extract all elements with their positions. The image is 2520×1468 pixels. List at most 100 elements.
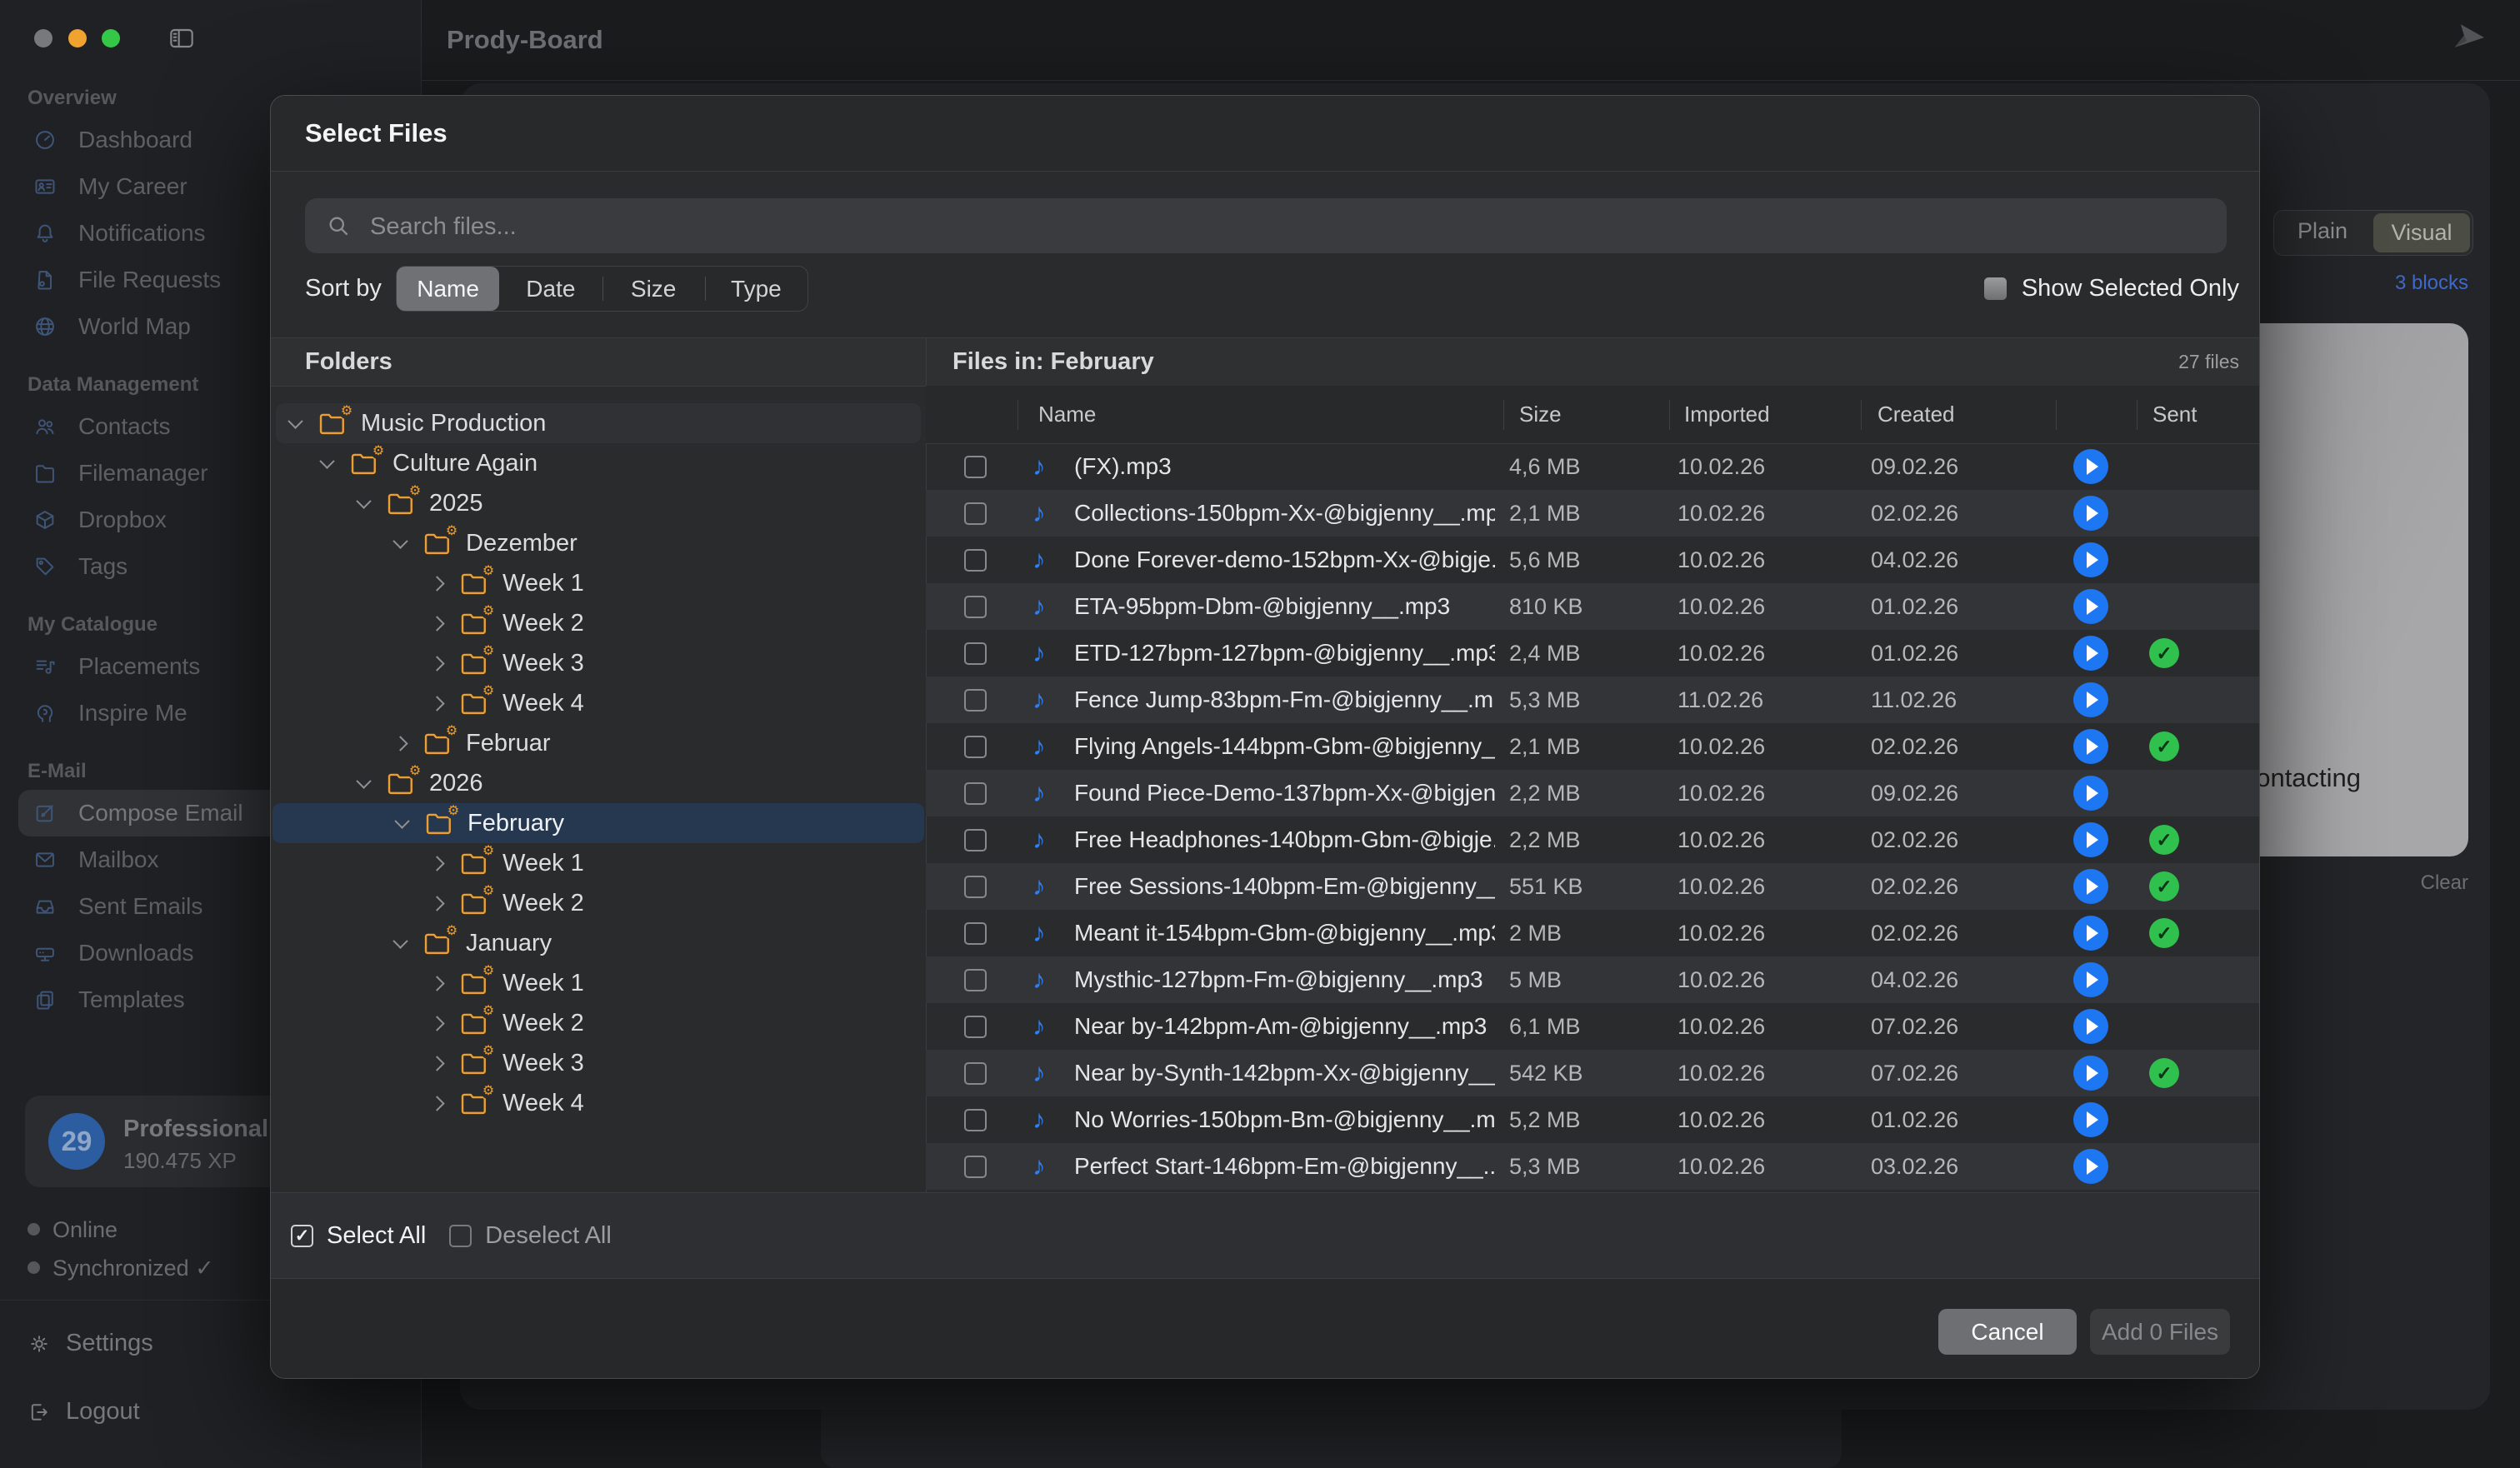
column-header-sent[interactable]: Sent (2152, 386, 2198, 443)
blocks-count-link[interactable]: 3 blocks (2395, 272, 2468, 295)
play-button[interactable] (2073, 776, 2108, 811)
chevron-right-icon[interactable] (428, 978, 446, 989)
tree-node-week-4[interactable]: ⚙Week 4 (271, 1083, 926, 1123)
app-window: Prody-Board Plain Visual 3 blocks out co… (0, 0, 2520, 1468)
chevron-down-icon[interactable] (318, 458, 336, 469)
music-note-icon: ♪ (1032, 1143, 1046, 1190)
tree-node-week-1[interactable]: ⚙Week 1 (271, 843, 926, 883)
file-checkbox[interactable] (964, 922, 987, 945)
tree-node-2026[interactable]: ⚙2026 (271, 763, 926, 803)
file-checkbox[interactable] (964, 549, 987, 572)
tree-node-februar[interactable]: ⚙Februar (271, 723, 926, 763)
chevron-down-icon[interactable] (354, 778, 372, 789)
play-button[interactable] (2073, 542, 2108, 577)
file-checkbox[interactable] (964, 736, 987, 758)
chevron-down-icon[interactable] (354, 498, 372, 509)
play-button[interactable] (2073, 636, 2108, 671)
play-button[interactable] (2073, 1102, 2108, 1137)
tree-node-week-2[interactable]: ⚙Week 2 (271, 883, 926, 923)
file-checkbox[interactable] (964, 969, 987, 991)
sidebar-item-label: My Career (78, 173, 188, 200)
file-checkbox[interactable] (964, 782, 987, 805)
tree-node-week-1[interactable]: ⚙Week 1 (271, 963, 926, 1003)
column-header-imported[interactable]: Imported (1684, 386, 1770, 443)
show-selected-group[interactable]: Show Selected Only (1984, 266, 2239, 312)
tree-node-week-3[interactable]: ⚙Week 3 (271, 643, 926, 683)
select-all-label[interactable]: Select All (327, 1222, 426, 1250)
clear-link[interactable]: Clear (2421, 871, 2468, 895)
tree-node-culture-again[interactable]: ⚙Culture Again (271, 443, 926, 483)
send-plane-icon[interactable] (2451, 19, 2488, 57)
sort-option-type[interactable]: Type (705, 267, 808, 311)
file-checkbox[interactable] (964, 1016, 987, 1038)
tree-node-dezember[interactable]: ⚙Dezember (271, 523, 926, 563)
play-button[interactable] (2073, 729, 2108, 764)
chevron-right-icon[interactable] (428, 578, 446, 589)
file-checkbox[interactable] (964, 456, 987, 478)
play-button[interactable] (2073, 822, 2108, 857)
sort-option-size[interactable]: Size (602, 267, 705, 311)
add-files-button[interactable]: Add 0 Files (2090, 1309, 2230, 1355)
sidebar-item-settings[interactable]: Settings (28, 1330, 153, 1357)
chevron-right-icon[interactable] (428, 1058, 446, 1069)
tree-node-february[interactable]: ⚙February (272, 803, 924, 843)
deselect-all-label[interactable]: Deselect All (485, 1222, 612, 1250)
file-checkbox[interactable] (964, 642, 987, 665)
sort-option-date[interactable]: Date (499, 267, 602, 311)
file-name: Near by-142bpm-Am-@bigjenny__.mp3 (1074, 1003, 1495, 1050)
chevron-right-icon[interactable] (428, 1018, 446, 1029)
play-button[interactable] (2073, 449, 2108, 484)
column-header-size[interactable]: Size (1519, 386, 1562, 443)
tree-node-january[interactable]: ⚙January (271, 923, 926, 963)
folder-gear-icon: ⚙ (318, 411, 347, 436)
toggle-visual[interactable]: Visual (2373, 213, 2470, 252)
file-checkbox[interactable] (964, 876, 987, 898)
select-all-checkbox[interactable]: ✓ (291, 1225, 313, 1247)
play-button[interactable] (2073, 1056, 2108, 1091)
chevron-right-icon[interactable] (428, 618, 446, 629)
chevron-down-icon[interactable] (392, 818, 411, 829)
file-checkbox[interactable] (964, 829, 987, 851)
chevron-down-icon[interactable] (391, 538, 409, 549)
chevron-right-icon[interactable] (428, 858, 446, 869)
toggle-plain[interactable]: Plain (2274, 211, 2371, 255)
play-button[interactable] (2073, 962, 2108, 997)
cancel-button[interactable]: Cancel (1938, 1309, 2077, 1355)
file-checkbox[interactable] (964, 689, 987, 712)
chevron-right-icon[interactable] (428, 1098, 446, 1109)
tree-node-music-production[interactable]: ⚙Music Production (276, 403, 921, 443)
chevron-right-icon[interactable] (428, 658, 446, 669)
play-button[interactable] (2073, 682, 2108, 717)
play-button[interactable] (2073, 1149, 2108, 1184)
chevron-right-icon[interactable] (428, 698, 446, 709)
show-selected-checkbox[interactable] (1984, 277, 2007, 300)
logout-icon (28, 1401, 51, 1424)
deselect-all-checkbox[interactable] (449, 1225, 472, 1247)
chevron-right-icon[interactable] (391, 738, 409, 749)
tree-node-week-2[interactable]: ⚙Week 2 (271, 1003, 926, 1043)
tree-node-week-4[interactable]: ⚙Week 4 (271, 683, 926, 723)
file-checkbox[interactable] (964, 1062, 987, 1085)
sort-option-name[interactable]: Name (397, 267, 499, 311)
tree-node-week-2[interactable]: ⚙Week 2 (271, 603, 926, 643)
tree-node-week-1[interactable]: ⚙Week 1 (271, 563, 926, 603)
file-row: ♪Mysthic-127bpm-Fm-@bigjenny__.mp35 MB10… (926, 956, 2260, 1003)
play-button[interactable] (2073, 496, 2108, 531)
tree-node-2025[interactable]: ⚙2025 (271, 483, 926, 523)
file-checkbox[interactable] (964, 1156, 987, 1178)
file-checkbox[interactable] (964, 1109, 987, 1131)
tree-node-week-3[interactable]: ⚙Week 3 (271, 1043, 926, 1083)
file-checkbox[interactable] (964, 502, 987, 525)
sidebar-item-logout[interactable]: Logout (28, 1398, 140, 1426)
play-button[interactable] (2073, 869, 2108, 904)
play-button[interactable] (2073, 589, 2108, 624)
column-header-name[interactable]: Name (1038, 386, 1096, 443)
search-input[interactable] (368, 198, 2205, 255)
chevron-right-icon[interactable] (428, 898, 446, 909)
chevron-down-icon[interactable] (286, 418, 304, 429)
chevron-down-icon[interactable] (391, 938, 409, 949)
file-checkbox[interactable] (964, 596, 987, 618)
play-button[interactable] (2073, 1009, 2108, 1044)
column-header-created[interactable]: Created (1878, 386, 1955, 443)
play-button[interactable] (2073, 916, 2108, 951)
